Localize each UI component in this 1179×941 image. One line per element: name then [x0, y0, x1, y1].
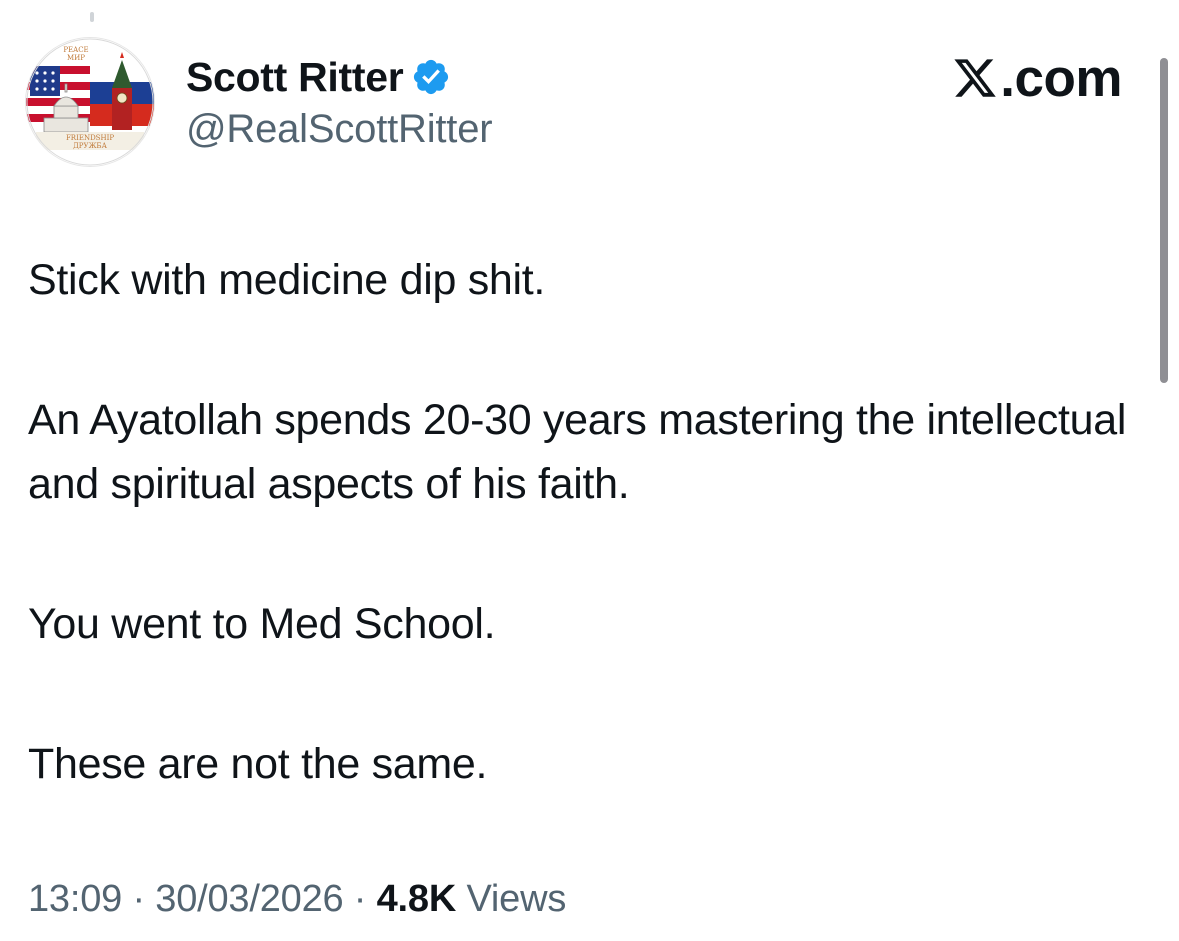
verified-badge-icon [414, 59, 449, 95]
author-display-name[interactable]: Scott Ritter [186, 54, 404, 101]
tweet-date[interactable]: 30/03/2026 [155, 878, 343, 920]
site-brand: .com [952, 48, 1122, 108]
tweet-time[interactable]: 13:09 [28, 878, 122, 920]
meta-separator: · [122, 878, 156, 920]
site-domain: .com [1000, 48, 1122, 108]
avatar-text-mir: МИР [67, 54, 85, 62]
tweet-text: Stick with medicine dip shit. An Ayatoll… [28, 248, 1143, 796]
top-divider-tick [90, 12, 94, 22]
tweet-paragraph: An Ayatollah spends 20-30 years masterin… [28, 396, 1127, 508]
views-count[interactable]: 4.8K [377, 878, 457, 920]
tweet-meta: 13:09 · 30/03/2026 · 4.8K Views [28, 878, 566, 921]
views-label: Views [456, 878, 567, 920]
scrollbar[interactable] [1160, 58, 1168, 383]
author-name-row: Scott Ritter [186, 52, 451, 102]
tweet-paragraph: These are not the same. [28, 740, 488, 788]
tweet-paragraph: Stick with medicine dip shit. [28, 256, 546, 304]
avatar-text-peace: PEACE [63, 46, 88, 54]
avatar-text-friendship: FRIENDSHIP [66, 134, 114, 142]
meta-separator: · [343, 878, 377, 920]
author-handle[interactable]: @RealScottRitter [186, 107, 493, 152]
x-logo-icon [954, 59, 997, 97]
avatar[interactable]: FRIENDSHIP ДРУЖБА PEACE МИР [26, 38, 154, 166]
avatar-text-druzhba: ДРУЖБА [73, 142, 107, 150]
avatar-image: FRIENDSHIP ДРУЖБА PEACE МИР [26, 38, 154, 166]
tweet-paragraph: You went to Med School. [28, 600, 496, 648]
